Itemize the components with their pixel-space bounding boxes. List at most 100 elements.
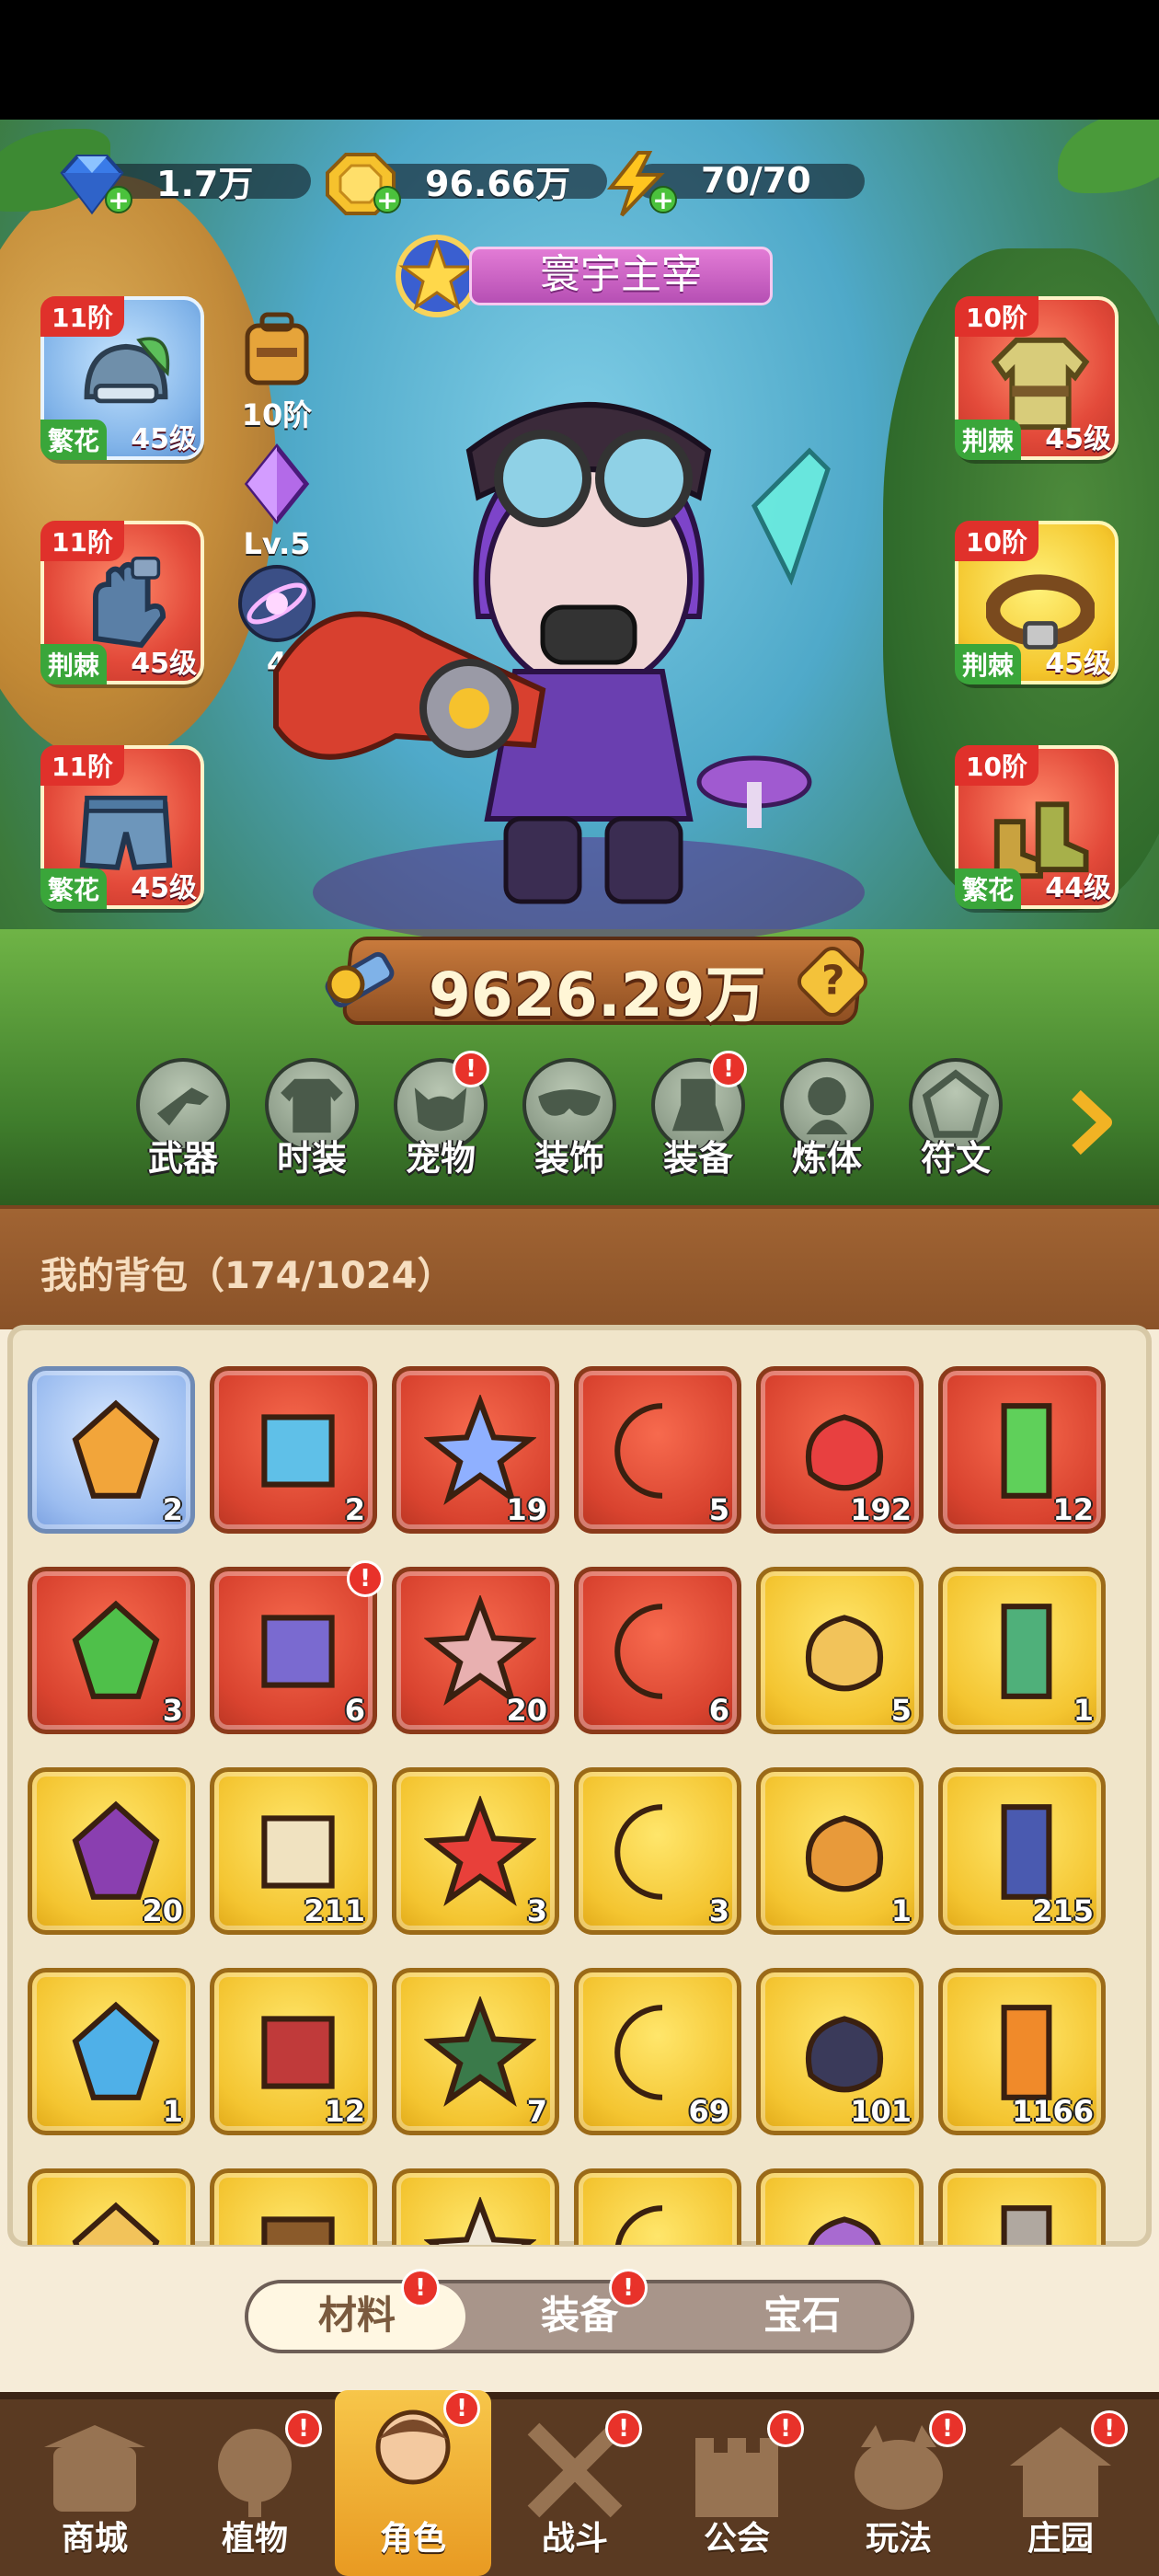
equipment-slot-armor[interactable]: 10阶 荆棘 45级	[955, 296, 1119, 460]
inventory-slot[interactable]: 5	[756, 1567, 924, 1734]
inventory-slot[interactable]: 2	[28, 1366, 195, 1534]
inventory-slot[interactable]: 3	[28, 1567, 195, 1734]
triquetra-rune-icon	[424, 1595, 536, 1707]
blue-mushroom-icon	[72, 2001, 160, 2100]
currency-gold[interactable]: + 96.66万	[324, 153, 607, 215]
item-count: 1	[162, 2094, 183, 2129]
currency-diamonds[interactable]: + 1.7万	[55, 155, 313, 215]
inventory-slot[interactable]: 192	[756, 1366, 924, 1534]
equipment-set-tag: 繁花	[955, 868, 1022, 909]
tab-gems[interactable]: 宝石	[694, 2283, 911, 2350]
bottom-nav-plants[interactable]: 植物 !	[177, 2410, 333, 2576]
equipment-slot-boots[interactable]: 10阶 繁花 44级	[955, 745, 1119, 909]
nav-outfit[interactable]: 时装	[258, 1058, 366, 1180]
nav-decoration[interactable]: 装饰	[515, 1058, 624, 1180]
equipment-set-tag: 荆棘	[955, 644, 1022, 684]
item-count: 12	[1052, 1492, 1094, 1527]
red-tome-icon	[261, 2016, 335, 2089]
equipment-level: 45级	[1045, 648, 1111, 680]
bottom-nav-shop[interactable]: 商城	[17, 2410, 173, 2576]
gold-key-icon	[614, 1804, 663, 1900]
inventory-slot[interactable]: 20	[28, 1767, 195, 1935]
inventory-slot[interactable]: 211	[210, 1767, 377, 1935]
item-count: 20	[142, 1893, 183, 1928]
combat-power-display: 9626.29万 ?	[309, 929, 898, 1030]
bottom-nav-label: 公会	[703, 2520, 770, 2558]
currency-energy[interactable]: + 70/70	[600, 151, 865, 217]
equipment-slot-pants[interactable]: 11阶 繁花 45级	[40, 745, 204, 909]
golden-vase-icon	[805, 1615, 884, 1692]
nav-rune[interactable]: 符文	[901, 1058, 1010, 1180]
equipment-set-tag: 荆棘	[955, 420, 1022, 460]
inventory-slot[interactable]: 12	[938, 1366, 1106, 1534]
chevron-right-icon[interactable]	[1054, 1086, 1128, 1159]
bottom-nav-gameplay[interactable]: 玩法 !	[820, 2410, 977, 2576]
alert-badge: !	[453, 1051, 489, 1087]
inventory-slot[interactable]	[210, 2168, 377, 2245]
green-fish-icon	[1001, 1604, 1052, 1699]
backpack-header: 我的背包（174/1024）	[0, 1205, 1159, 1329]
inventory-slot[interactable]	[938, 2168, 1106, 2245]
bottom-nav-manor[interactable]: 庄园 !	[982, 2410, 1139, 2576]
nav-body-refine[interactable]: 炼体	[773, 1058, 881, 1180]
inventory-slot[interactable]: 6!	[210, 1560, 384, 1734]
equipment-slot-helmet[interactable]: 11阶 繁花 45级	[40, 296, 204, 460]
item-count: 19	[506, 1492, 547, 1527]
inventory-slot[interactable]: 3	[392, 1767, 559, 1935]
inventory-slot[interactable]: 69	[574, 1968, 741, 2135]
item-count: 6	[708, 1693, 729, 1728]
inventory-slot[interactable]: 1	[756, 1767, 924, 1935]
nav-pet[interactable]: 宠物 !	[386, 1051, 495, 1180]
inventory-slot[interactable]	[574, 2168, 741, 2245]
alert-badge: !	[443, 2390, 480, 2427]
inventory-slot[interactable]: 5	[574, 1366, 741, 1534]
fire-prism-icon	[1001, 1804, 1052, 1900]
inventory-slot[interactable]: 1	[938, 1567, 1106, 1734]
alert-badge: !	[347, 1560, 384, 1597]
inventory-slot[interactable]: 19	[392, 1366, 559, 1534]
equipment-tier: 11阶	[40, 521, 124, 561]
add-energy-button[interactable]: +	[649, 186, 677, 213]
tab-label: 材料	[317, 2293, 396, 2338]
equipment-slot-belt[interactable]: 10阶 荆棘 45级	[955, 521, 1119, 684]
item-count: 192	[850, 1492, 912, 1527]
alert-badge: !	[767, 2410, 804, 2447]
inventory-slot[interactable]	[392, 2168, 559, 2245]
bottom-nav-guild[interactable]: 公会 !	[659, 2410, 815, 2576]
inventory-slot[interactable]	[28, 2168, 195, 2245]
inventory-slot[interactable]: 1166	[938, 1968, 1106, 2135]
nav-weapon[interactable]: 武器	[129, 1058, 237, 1180]
equipment-level: 44级	[1045, 872, 1111, 904]
equipment-slot-gloves[interactable]: 11阶 荆棘 45级	[40, 521, 204, 684]
add-gold-button[interactable]: +	[373, 186, 401, 213]
item-count: 1166	[1011, 2094, 1094, 2129]
item-count: 20	[506, 1693, 547, 1728]
bottom-nav-label: 角色	[379, 2520, 446, 2558]
alert-badge: !	[609, 2269, 648, 2307]
bottom-nav-battle[interactable]: 战斗 !	[497, 2410, 653, 2576]
add-diamonds-button[interactable]: +	[105, 186, 132, 213]
inventory-slot[interactable]: 2	[210, 1366, 377, 1534]
inventory-slot[interactable]	[756, 2168, 924, 2245]
gold-amount: 96.66万	[425, 163, 571, 204]
tab-equipment[interactable]: 装备 !	[471, 2269, 688, 2350]
inventory-slot[interactable]: 20	[392, 1567, 559, 1734]
diamond-amount: 1.7万	[156, 163, 254, 204]
skull-scroll-icon	[72, 1800, 160, 1900]
nav-equipment[interactable]: 装备 !	[644, 1051, 752, 1180]
power-help-label: ?	[820, 957, 845, 1005]
bottom-nav-character[interactable]: 角色 !	[335, 2390, 491, 2576]
item-count: 2	[344, 1492, 365, 1527]
backpack-title: 我的背包（174/1024）	[40, 1255, 454, 1297]
inventory-slot[interactable]: 101	[756, 1968, 924, 2135]
tab-materials[interactable]: 材料 !	[248, 2269, 465, 2350]
equipment-level: 45级	[131, 648, 197, 680]
inventory-slot[interactable]: 12	[210, 1968, 377, 2135]
inventory-slot[interactable]: 7	[392, 1968, 559, 2135]
alert-badge: !	[401, 2269, 440, 2307]
inventory-slot[interactable]: 215	[938, 1767, 1106, 1935]
inventory-slot[interactable]: 6	[574, 1567, 741, 1734]
inventory-slot[interactable]: 1	[28, 1968, 195, 2135]
item-count: 1	[1073, 1693, 1094, 1728]
inventory-slot[interactable]: 3	[574, 1767, 741, 1935]
